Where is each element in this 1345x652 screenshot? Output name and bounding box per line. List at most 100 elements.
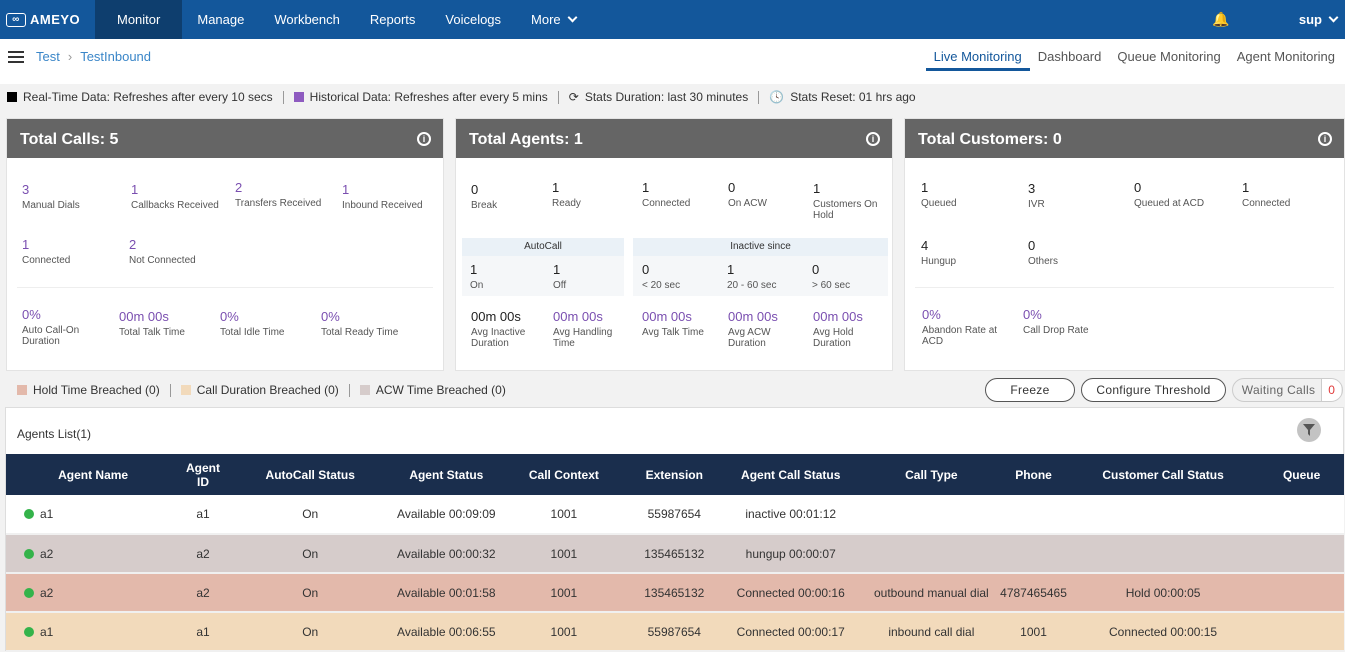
tab-live-monitoring[interactable]: Live Monitoring	[925, 39, 1030, 71]
cell-phone: 4787465465	[1000, 585, 1067, 600]
divider	[557, 90, 559, 104]
stat-callbacks: 1 Callbacks Received	[131, 182, 219, 211]
cell-autocall-status: On	[302, 585, 319, 600]
cell-agent-call-status: inactive 00:01:12	[745, 507, 837, 521]
cell-queue	[1259, 612, 1344, 651]
table-row[interactable]: a1 a1 On Available 00:09:09 1001 55987654 inac…	[6, 495, 1344, 534]
realtime-info: Real-Time Data: Refreshes after every 10…	[23, 90, 273, 104]
agent-name-text: a2	[40, 546, 54, 561]
cell-call-context: 1001	[550, 624, 578, 639]
col-agent-name[interactable]: Agent Name	[6, 454, 180, 495]
acw-breach-label: ACW Time Breached (0)	[375, 383, 506, 397]
stat-avg-talk: 00m 00s Avg Talk Time	[642, 309, 704, 338]
cell-phone	[1000, 534, 1067, 573]
breadcrumb-test[interactable]: Test	[36, 49, 60, 64]
agents-list-title: Agents List(1)	[17, 427, 92, 441]
stat-queued: 1 Queued	[921, 180, 957, 209]
cell-extension: 135465132	[644, 585, 705, 600]
nav-more[interactable]: More	[516, 0, 591, 39]
stat-avg-handling: 00m 00s Avg Handling Time	[553, 309, 613, 349]
waiting-calls-button[interactable]: Waiting Calls 0	[1232, 378, 1343, 402]
cell-phone	[1000, 495, 1067, 534]
freeze-button[interactable]: Freeze	[985, 378, 1075, 402]
total-calls-card: Total Calls: 5 i 3 Manual Dials 1 Callbacks…	[6, 118, 444, 371]
card-title: Total Customers: 0	[918, 131, 1062, 148]
cell-agent-status: Available 00:09:09	[397, 507, 496, 521]
filter-icon[interactable]	[1297, 418, 1321, 442]
historical-info: Historical Data: Refreshes after every 5…	[309, 90, 548, 104]
agent-name-text: a1	[40, 624, 54, 639]
stat-autocall-duration: 0% Auto Call-On Duration	[22, 307, 80, 347]
total-customers-card: Total Customers: 0 i 1 Queued 3 IVR 0 Queued…	[904, 118, 1345, 371]
tab-agent-monitoring[interactable]: Agent Monitoring	[1229, 39, 1343, 71]
status-dot-icon	[24, 626, 34, 637]
table-row[interactable]: a2 a2 On Available 00:01:58 1001 135465132 Con…	[6, 573, 1344, 612]
stat-autocall-off: 1 Off	[553, 262, 567, 291]
stat-autocall-on: 1 On	[470, 262, 484, 291]
stat-abandon-rate: 0% Abandon Rate at ACD	[922, 307, 998, 347]
col-agent-id[interactable]: Agent ID	[180, 454, 226, 495]
col-call-type[interactable]: Call Type	[863, 454, 1001, 495]
cell-autocall-status: On	[302, 507, 319, 521]
stat-inactive-20-60: 1 20 - 60 sec	[727, 262, 777, 291]
col-agent-call-status[interactable]: Agent Call Status	[719, 454, 863, 495]
info-icon[interactable]: i	[417, 132, 431, 146]
col-agent-status[interactable]: Agent Status	[395, 454, 498, 495]
hamburger-icon[interactable]	[8, 51, 24, 63]
col-phone[interactable]: Phone	[1000, 454, 1067, 495]
tab-queue-monitoring[interactable]: Queue Monitoring	[1109, 39, 1228, 71]
agent-name-text: a1	[40, 507, 54, 521]
nav-reports[interactable]: Reports	[355, 0, 431, 39]
stat-customers-hold: 1 Customers On Hold	[813, 181, 878, 221]
configure-threshold-button[interactable]: Configure Threshold	[1081, 378, 1226, 402]
divider	[169, 383, 171, 397]
cell-agent-name: a1	[6, 612, 180, 651]
col-queue[interactable]: Queue	[1259, 454, 1344, 495]
col-call-context[interactable]: Call Context	[498, 454, 630, 495]
inactive-title: Inactive since	[633, 238, 888, 256]
breadcrumb-testinbound[interactable]: TestInbound	[80, 49, 151, 64]
divider	[915, 287, 1334, 288]
cell-agent-name: a2	[6, 573, 180, 612]
threshold-legend: Hold Time Breached (0) Call Duration Bre…	[0, 378, 506, 402]
logo-text: AMEYO	[30, 12, 81, 27]
sub-header: Test › TestInbound Live Monitoring Dashb…	[0, 39, 1345, 84]
user-menu[interactable]: sup	[1299, 12, 1339, 27]
stat-total-talk: 00m 00s Total Talk Time	[119, 309, 185, 338]
stat-inactive-gt60: 0 > 60 sec	[812, 262, 851, 291]
cell-agent-id: a2	[196, 585, 210, 600]
nav-monitor[interactable]: Monitor	[95, 0, 183, 39]
divider	[17, 287, 433, 288]
cell-call-type	[863, 534, 1001, 573]
tab-dashboard[interactable]: Dashboard	[1030, 39, 1110, 71]
action-buttons: Freeze Configure Threshold Waiting Calls…	[985, 378, 1343, 402]
info-bar: Real-Time Data: Refreshes after every 10…	[0, 84, 1345, 110]
status-dot-icon	[24, 587, 34, 598]
cell-call-type: inbound call dial	[888, 624, 975, 639]
nav-voicelogs[interactable]: Voicelogs	[430, 0, 516, 39]
col-customer-call-status[interactable]: Customer Call Status	[1067, 454, 1259, 495]
inactive-box: Inactive since 0 < 20 sec 1 20 - 60 sec 0 >…	[633, 238, 888, 296]
nav-manage[interactable]: Manage	[182, 0, 259, 39]
stat-not-connected: 2 Not Connected	[129, 237, 196, 266]
cell-agent-name: a1	[6, 495, 180, 534]
waiting-calls-count: 0	[1321, 379, 1342, 401]
info-icon[interactable]: i	[1318, 132, 1332, 146]
col-extension[interactable]: Extension	[630, 454, 719, 495]
top-nav: ∞ AMEYO Monitor Manage Workbench Reports…	[0, 0, 1345, 39]
nav-workbench[interactable]: Workbench	[259, 0, 355, 39]
ameyo-logo[interactable]: ∞ AMEYO	[0, 0, 95, 39]
cell-agent-status: Available 00:06:55	[397, 624, 496, 639]
hold-breach-swatch	[17, 385, 27, 395]
table-row[interactable]: a1 a1 On Available 00:06:55 1001 55987654 Conn…	[6, 612, 1344, 651]
hold-breach-label: Hold Time Breached (0)	[33, 383, 160, 397]
stat-total-idle: 0% Total Idle Time	[220, 309, 285, 338]
realtime-swatch	[7, 92, 17, 102]
bell-icon[interactable]: 🔔	[1201, 11, 1241, 28]
col-autocall-status[interactable]: AutoCall Status	[226, 454, 395, 495]
table-row[interactable]: a2 a2 On Available 00:00:32 1001 135465132 hun…	[6, 534, 1344, 573]
info-icon[interactable]: i	[866, 132, 880, 146]
acw-breach-swatch	[359, 385, 370, 395]
cell-extension: 55987654	[647, 624, 701, 639]
waiting-calls-label: Waiting Calls	[1241, 383, 1316, 397]
